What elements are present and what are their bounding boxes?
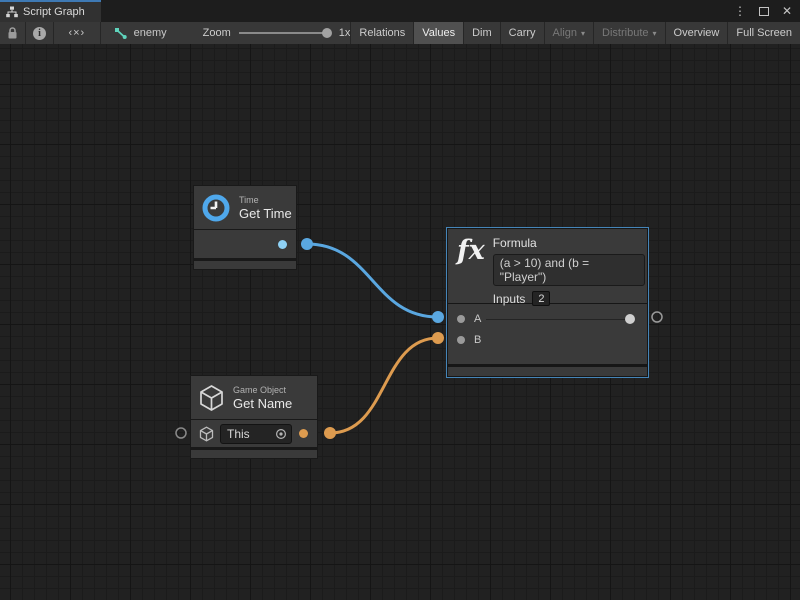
chevron-down-icon: ▾ xyxy=(581,29,585,38)
formula-body: A B xyxy=(448,304,647,364)
get-name-header: Game Object Get Name xyxy=(191,376,317,419)
get-time-header: Time Get Time xyxy=(194,186,296,229)
breadcrumb[interactable]: enemy xyxy=(114,22,167,44)
window-controls: ⋮ ✕ xyxy=(734,0,792,22)
node-title: Get Time xyxy=(239,206,292,221)
breadcrumb-label: enemy xyxy=(134,27,167,39)
tab-title: Script Graph xyxy=(23,6,85,18)
port-b-label: B xyxy=(474,334,481,346)
get-time-footer xyxy=(194,261,296,269)
node-formula[interactable]: fx Formula (a > 10) and (b = "Player") I… xyxy=(446,227,649,378)
zoom-control: Zoom 1x xyxy=(203,22,351,44)
node-title: Get Name xyxy=(233,396,292,411)
info-button[interactable]: i xyxy=(26,22,54,44)
overview-button[interactable]: Overview xyxy=(665,22,728,44)
lock-button[interactable] xyxy=(0,22,26,44)
zoom-value: 1x xyxy=(339,27,351,39)
tab-script-graph[interactable]: Script Graph xyxy=(0,0,101,22)
wire-getname-to-formula[interactable] xyxy=(330,338,438,433)
cube-icon xyxy=(198,384,225,412)
info-icon: i xyxy=(33,27,46,40)
carry-button[interactable]: Carry xyxy=(500,22,544,44)
zoom-label: Zoom xyxy=(203,27,231,39)
align-button[interactable]: Align▾ xyxy=(544,22,593,44)
target-object-value: This xyxy=(227,427,275,441)
inputs-label: Inputs xyxy=(493,292,526,306)
script-graph-window: Script Graph ⋮ ✕ i ‹×› xyxy=(0,0,800,600)
full-screen-button[interactable]: Full Screen xyxy=(727,22,800,44)
node-get-name[interactable]: Game Object Get Name This xyxy=(190,375,318,459)
formula-fx-icon: fx xyxy=(457,236,485,266)
get-name-output-port[interactable] xyxy=(299,429,308,438)
formula-expression-input[interactable]: (a > 10) and (b = "Player") xyxy=(493,254,645,286)
zoom-slider[interactable] xyxy=(239,32,331,34)
object-picker-icon[interactable] xyxy=(275,428,287,440)
graph-asset-icon xyxy=(114,27,128,40)
formula-footer xyxy=(448,367,647,376)
chevron-down-icon: ▾ xyxy=(653,29,657,38)
node-get-time[interactable]: Time Get Time xyxy=(193,185,297,270)
formula-input-port-b[interactable] xyxy=(457,336,465,344)
port-row-a: A xyxy=(448,308,647,329)
wire-orange-start-dot[interactable] xyxy=(324,427,336,439)
window-menu-icon[interactable]: ⋮ xyxy=(734,5,746,17)
graph-canvas[interactable]: Time Get Time fx Formula (a > 10) and (b… xyxy=(0,44,800,600)
distribute-button[interactable]: Distribute▾ xyxy=(593,22,664,44)
get-time-body xyxy=(194,230,296,258)
wire-blue-start-dot[interactable] xyxy=(301,238,313,250)
formula-input-port-a[interactable] xyxy=(457,315,465,323)
toolbar-buttons: Relations Values Dim Carry Align▾ Distri… xyxy=(350,22,800,44)
node-category: Game Object xyxy=(233,385,292,395)
game-object-mini-icon xyxy=(199,426,214,442)
graph-toolbar: i ‹×› enemy Zoom 1x Relations Values xyxy=(0,22,800,44)
port-a-value-line xyxy=(486,319,633,320)
target-object-field[interactable]: This xyxy=(220,424,292,444)
relations-button[interactable]: Relations xyxy=(350,22,413,44)
graph-hierarchy-icon xyxy=(6,6,18,18)
lock-icon xyxy=(7,27,18,40)
inputs-count-field[interactable]: 2 xyxy=(532,291,550,306)
get-name-input-outer-ring[interactable] xyxy=(176,428,186,438)
get-name-body: This xyxy=(191,420,317,447)
node-title: Formula xyxy=(493,236,645,250)
get-time-output-port[interactable] xyxy=(278,240,287,249)
title-bar: Script Graph ⋮ ✕ xyxy=(0,0,800,22)
code-icon: ‹×› xyxy=(68,27,85,39)
formula-output-port[interactable] xyxy=(625,314,635,324)
get-name-footer xyxy=(191,450,317,458)
port-a-label: A xyxy=(474,313,481,325)
wire-orange-end-dot[interactable] xyxy=(432,332,444,344)
values-button[interactable]: Values xyxy=(413,22,463,44)
formula-output-outer-ring[interactable] xyxy=(652,312,662,322)
dim-button[interactable]: Dim xyxy=(463,22,500,44)
formula-header: fx Formula (a > 10) and (b = "Player") I… xyxy=(448,229,647,303)
wire-blue-end-dot[interactable] xyxy=(432,311,444,323)
window-maximize-icon[interactable] xyxy=(759,7,769,16)
window-close-icon[interactable]: ✕ xyxy=(782,5,792,17)
wire-time-to-formula[interactable] xyxy=(307,244,438,317)
zoom-slider-handle[interactable] xyxy=(322,28,332,38)
code-preview-button[interactable]: ‹×› xyxy=(54,22,101,44)
wires-layer xyxy=(0,44,800,600)
port-row-b: B xyxy=(448,329,647,350)
node-category: Time xyxy=(239,195,292,205)
clock-icon xyxy=(201,193,231,223)
